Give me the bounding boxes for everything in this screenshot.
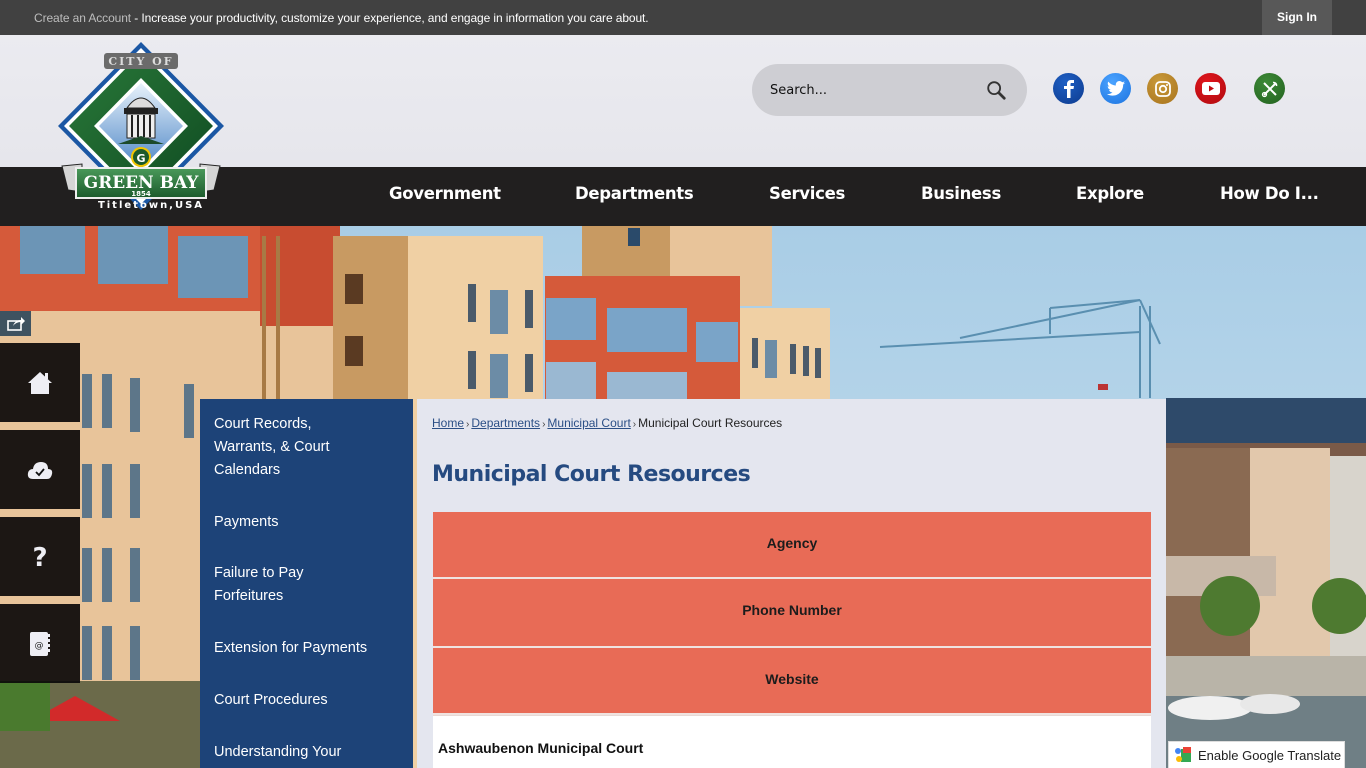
cloud-check-icon xyxy=(27,461,53,479)
table-header-website: Website xyxy=(433,648,1151,715)
google-translate-button[interactable]: Enable Google Translate xyxy=(1168,741,1345,768)
share-icon xyxy=(6,316,25,331)
nav-item-explore[interactable]: Explore xyxy=(1076,167,1144,226)
nav-item-departments[interactable]: Departments xyxy=(575,167,694,226)
logo-year: 1854 xyxy=(131,190,151,198)
subnav-item-extension[interactable]: Extension for Payments xyxy=(214,637,404,660)
contact-book-icon: @ xyxy=(30,631,50,656)
subnav-item-understanding[interactable]: Understanding Your xyxy=(214,741,404,764)
svg-text:@: @ xyxy=(35,641,44,651)
sign-in-button[interactable]: Sign In xyxy=(1262,0,1332,35)
table-header-phone: Phone Number xyxy=(433,579,1151,648)
instagram-icon[interactable] xyxy=(1147,73,1178,104)
search-box xyxy=(752,64,1027,116)
breadcrumb: Home › Departments › Municipal Court › Municip… xyxy=(432,416,782,430)
account-message: Create an Account - Increase your produc… xyxy=(34,11,649,25)
svg-text:G: G xyxy=(136,152,145,165)
logo-city-of-text: CITY OF xyxy=(108,55,173,68)
subnav-item-court-records[interactable]: Court Records, Warrants, & Court Calenda… xyxy=(214,413,339,482)
account-bar: Create an Account - Increase your produc… xyxy=(0,0,1366,35)
quick-link-home[interactable] xyxy=(0,343,80,422)
resources-table: Agency Phone Number Website Ashwaubenon … xyxy=(433,512,1151,768)
quick-link-notify[interactable] xyxy=(0,430,80,509)
quick-link-faq[interactable]: ? xyxy=(0,517,80,596)
nav-item-business[interactable]: Business xyxy=(921,167,1001,226)
facebook-icon[interactable] xyxy=(1053,73,1084,104)
main-content: Home › Departments › Municipal Court › Municip… xyxy=(417,399,1166,768)
agency-name: Ashwaubenon Municipal Court xyxy=(438,740,644,756)
breadcrumb-municipal-court[interactable]: Municipal Court xyxy=(547,416,630,430)
nav-item-how-do-i[interactable]: How Do I... xyxy=(1220,167,1319,226)
table-row: Ashwaubenon Municipal Court xyxy=(433,715,1151,768)
svg-text:?: ? xyxy=(32,544,47,570)
nav-item-government[interactable]: Government xyxy=(389,167,501,226)
nav-item-services[interactable]: Services xyxy=(769,167,845,226)
twitter-icon[interactable] xyxy=(1100,73,1131,104)
tools-icon[interactable] xyxy=(1254,73,1285,104)
create-account-link[interactable]: Create an Account xyxy=(34,11,131,25)
google-translate-icon xyxy=(1175,747,1191,762)
logo-tagline: Titletown,USA xyxy=(98,200,204,211)
section-subnav: Court Records, Warrants, & Court Calenda… xyxy=(200,399,413,768)
question-icon: ? xyxy=(32,544,47,570)
account-promo-text: - Increase your productivity, customize … xyxy=(131,11,649,25)
breadcrumb-home[interactable]: Home xyxy=(432,416,464,430)
youtube-icon[interactable] xyxy=(1195,73,1226,104)
city-logo[interactable]: CITY OF G GREEN BAY 1854 Titletown,USA xyxy=(52,40,230,212)
quick-link-contact[interactable]: @ xyxy=(0,604,80,683)
breadcrumb-current: Municipal Court Resources xyxy=(638,416,783,430)
subnav-item-court-procedures[interactable]: Court Procedures xyxy=(214,689,404,712)
page-title: Municipal Court Resources xyxy=(432,462,751,487)
search-icon[interactable] xyxy=(985,79,1007,101)
google-translate-label: Enable Google Translate xyxy=(1198,747,1342,763)
home-icon xyxy=(28,371,52,394)
share-button[interactable] xyxy=(0,311,31,336)
breadcrumb-departments[interactable]: Departments xyxy=(471,416,540,430)
subnav-item-payments[interactable]: Payments xyxy=(214,511,404,534)
subnav-item-failure-to-pay[interactable]: Failure to Pay Forfeitures xyxy=(214,562,334,608)
table-header-agency: Agency xyxy=(433,512,1151,579)
search-input[interactable] xyxy=(770,78,970,102)
